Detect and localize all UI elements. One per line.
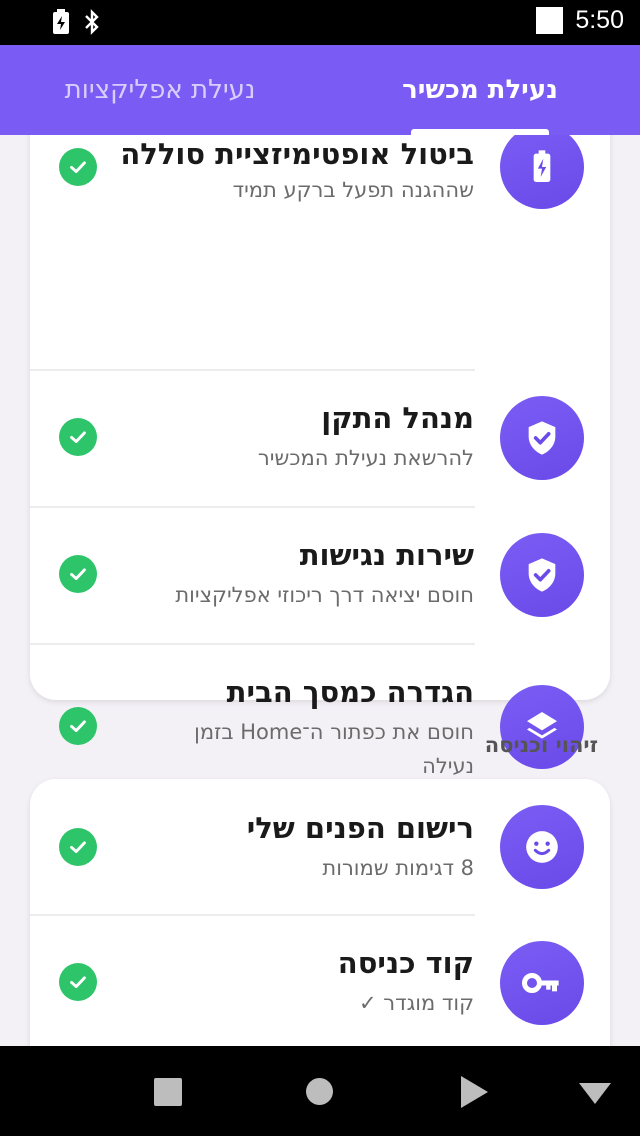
tab-app-lock[interactable]: נעילת אפליקציות: [0, 45, 320, 135]
list-item-passcode[interactable]: קוד כניסה קוד מוגדר ✓: [30, 916, 610, 1046]
list-item-battery-optimization[interactable]: ביטול אופטימיזציית סוללה שההגנה תפעל ברק…: [30, 135, 610, 265]
status-time: 5:50: [575, 6, 624, 34]
check-icon: [59, 707, 97, 745]
status-bar: 5:50: [0, 0, 640, 45]
item-title: קוד כניסה: [337, 946, 474, 980]
item-subtitle: חוסם את כפתור ה־Home בזמן נעילה: [194, 720, 474, 778]
home-button[interactable]: [306, 1078, 333, 1105]
notification-square-icon: [536, 7, 564, 34]
check-icon: [59, 555, 97, 593]
item-subtitle: שההגנה תפעל ברקע תמיד: [232, 178, 474, 202]
hide-keyboard-button[interactable]: [579, 1083, 611, 1104]
back-button[interactable]: [461, 1076, 488, 1108]
navigation-bar: [0, 1046, 640, 1136]
item-subtitle: קוד מוגדר ✓: [359, 991, 474, 1015]
tab-bar: נעילת מכשיר נעילת אפליקציות: [0, 45, 640, 135]
tab-device-lock[interactable]: נעילת מכשיר: [320, 45, 640, 135]
item-title: שירות נגישות: [299, 538, 474, 572]
check-icon: [59, 148, 97, 186]
key-icon: [500, 941, 584, 1025]
face-icon: [500, 805, 584, 889]
check-icon: [59, 828, 97, 866]
shield-check-icon: [500, 396, 584, 480]
battery-bolt-icon: [500, 135, 584, 209]
list-item-accessibility-service[interactable]: שירות נגישות חוסם יציאה דרך ריכוזי אפליק…: [30, 508, 610, 643]
list-item-face-enrollment[interactable]: רישום הפנים שלי 8 דגימות שמורות: [30, 779, 610, 914]
main-content[interactable]: ביטול אופטימיזציית סוללה שההגנה תפעל ברק…: [0, 135, 640, 1046]
item-subtitle: להרשאת נעילת המכשיר: [257, 446, 474, 470]
permissions-card: ביטול אופטימיזציית סוללה שההגנה תפעל ברק…: [30, 135, 610, 778]
bluetooth-icon: [82, 9, 102, 39]
item-subtitle: 8 דגימות שמורות: [322, 856, 474, 880]
list-item-device-admin[interactable]: מנהל התקן להרשאת נעילת המכשיר: [30, 371, 610, 506]
auth-card: רישום הפנים שלי 8 דגימות שמורות קוד כניס…: [30, 779, 610, 1046]
item-title: ביטול אופטימיזציית סוללה: [120, 137, 474, 171]
item-title: מנהל התקן: [321, 401, 474, 435]
battery-charging-icon: [52, 9, 70, 39]
item-subtitle: חוסם יציאה דרך ריכוזי אפליקציות: [175, 583, 474, 607]
section-label-auth: זיהוי וכניסה: [484, 733, 598, 757]
check-icon: [59, 418, 97, 456]
item-title: הגדרה כמסך הבית: [226, 675, 474, 709]
recents-button[interactable]: [154, 1078, 182, 1106]
check-icon: [59, 963, 97, 1001]
item-title: רישום הפנים שלי: [246, 811, 474, 845]
shield-check-icon: [500, 533, 584, 617]
